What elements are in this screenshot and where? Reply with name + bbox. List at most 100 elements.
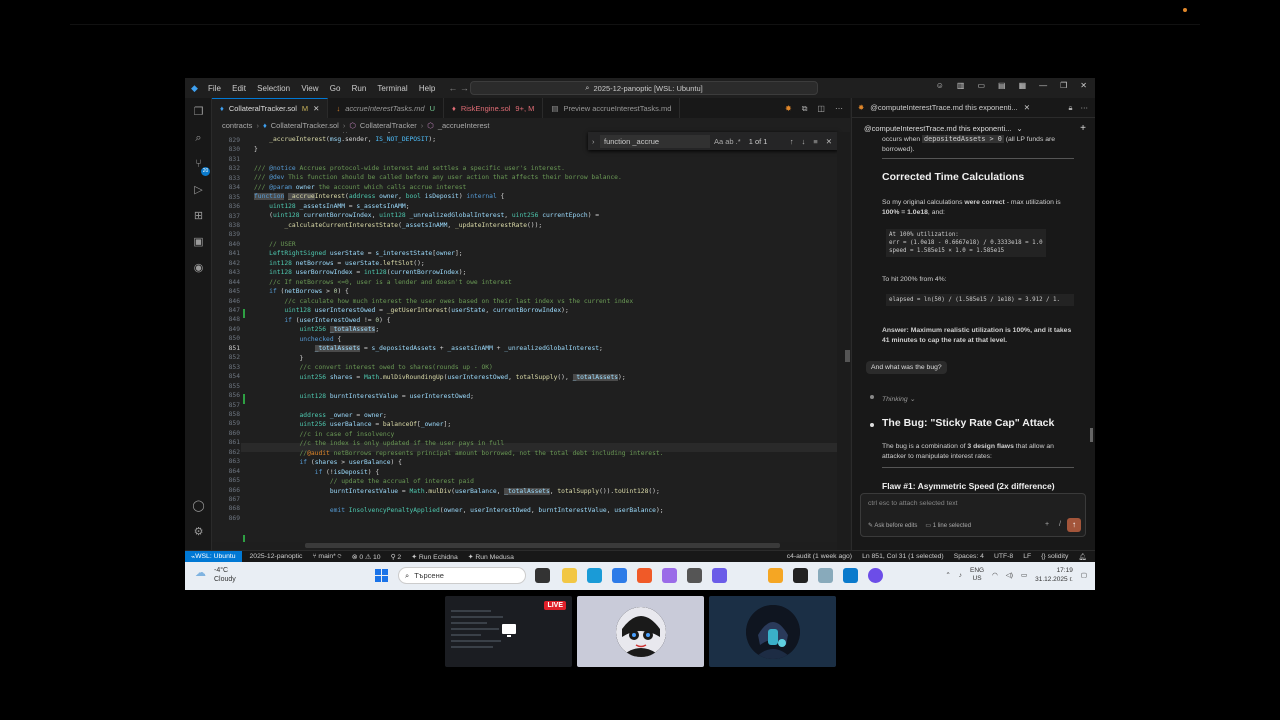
menu-view[interactable]: View [301, 84, 318, 93]
volume-icon[interactable]: ◁) [1006, 571, 1013, 579]
obs-icon[interactable] [687, 568, 702, 583]
horizontal-scrollbar[interactable] [305, 543, 780, 548]
slash-command-icon[interactable]: / [1059, 521, 1061, 528]
git-blame[interactable]: c4-audit (1 week ago) [787, 553, 852, 561]
breadcrumb-file[interactable]: CollateralTracker.sol [271, 121, 339, 130]
layout-panel-icon[interactable]: ▭ [977, 81, 985, 90]
run-medusa-button[interactable]: ✦ Run Medusa [468, 553, 514, 561]
code-editor[interactable]: 8278288298308318328338348358368378388398… [212, 132, 837, 542]
menu-file[interactable]: File [208, 84, 221, 93]
app-icon[interactable] [662, 568, 677, 583]
nav-back-forward-icon[interactable]: ← → [448, 83, 469, 93]
menu-run[interactable]: Run [352, 84, 367, 93]
screen-share-tile[interactable]: LIVE [445, 596, 572, 667]
close-icon[interactable]: ✕ [1024, 103, 1030, 112]
search-icon[interactable]: ⌕ [192, 132, 205, 145]
git-branch[interactable]: ⑂ main* ⟳ [312, 553, 341, 561]
todo-icon[interactable] [612, 568, 627, 583]
lock-icon[interactable]: 🔒︎ [1069, 103, 1073, 113]
chevron-up-icon[interactable]: ⌃ [945, 571, 950, 579]
line-ending[interactable]: LF [1023, 553, 1031, 561]
remote-desktop-icon[interactable] [587, 568, 602, 583]
open-changes-icon[interactable]: ⧉ [802, 104, 808, 114]
participant-tile[interactable] [577, 596, 704, 667]
battery-icon[interactable]: ▭ [1021, 571, 1027, 579]
vlc-icon[interactable] [768, 568, 783, 583]
start-button[interactable] [375, 569, 388, 582]
tab-risk-engine[interactable]: ♦ RiskEngine.sol 9+, M [444, 98, 544, 118]
find-input[interactable]: function _accrue [600, 134, 710, 148]
arrow-down-icon[interactable]: ↓ [802, 137, 806, 146]
breadcrumb-function[interactable]: _accrueInterest [438, 121, 490, 130]
chat-tab[interactable]: ✸ @computeInterestTrace.md this exponent… [852, 98, 1095, 118]
app-icon[interactable] [712, 568, 727, 583]
close-tab-icon[interactable]: ✕ [313, 104, 319, 113]
more-actions-icon[interactable]: ⋯ [1081, 103, 1089, 113]
chevron-right-icon[interactable]: › [592, 137, 595, 146]
encoding[interactable]: UTF-8 [994, 553, 1013, 561]
input-language[interactable]: ENG US [970, 567, 984, 583]
remote-indicator[interactable]: ⌁ WSL: Ubuntu [185, 550, 242, 562]
clock[interactable]: 17:19 31.12.2025 г. [1035, 566, 1073, 584]
scrollbar-thumb[interactable] [845, 350, 850, 362]
cursor-position[interactable]: Ln 851, Col 31 (1 selected) [862, 553, 944, 561]
file-explorer-icon[interactable] [562, 568, 577, 583]
find-options[interactable]: Aa ab .* [714, 137, 741, 146]
taskbar-search[interactable]: ⌕ Търсене [398, 567, 526, 584]
find-in-selection-icon[interactable]: ≡ [813, 137, 817, 146]
workspace-folder[interactable]: 2025-12-panoptic [250, 553, 303, 561]
indentation[interactable]: Spaces: 4 [954, 553, 984, 561]
restore-icon[interactable]: ❐ [1060, 81, 1067, 90]
notifications-bell-icon[interactable]: 🔔︎ [1078, 553, 1087, 561]
layout-custom-icon[interactable]: ▦ [1019, 81, 1027, 90]
tab-accrue-interest-tasks[interactable]: ↓ accrueInterestTasks.md U [328, 98, 444, 118]
chat-scrollbar[interactable] [1090, 428, 1093, 442]
explorer-icon[interactable]: ❐ [192, 106, 205, 119]
ask-before-edits-toggle[interactable]: ✎ Ask before edits [868, 522, 917, 529]
task-view-icon[interactable] [535, 568, 550, 583]
problems-indicator[interactable]: ⊗ 0 ⚠ 10 [352, 553, 381, 561]
claude-icon[interactable]: ✸ [785, 104, 792, 114]
more-actions-icon[interactable]: ⋯ [835, 104, 843, 114]
layout-secondary-icon[interactable]: ▤ [998, 81, 1006, 90]
menu-selection[interactable]: Selection [257, 84, 290, 93]
wifi-icon[interactable]: ◠ [992, 571, 998, 579]
vscode-icon[interactable] [843, 568, 858, 583]
participant-tile[interactable] [709, 596, 836, 667]
microphone-icon[interactable]: ♪ [959, 572, 962, 579]
layout-sidebar-icon[interactable]: ▥ [957, 81, 965, 90]
breadcrumb-contract[interactable]: CollateralTracker [360, 121, 417, 130]
remote-explorer-icon[interactable]: ▣ [192, 236, 205, 249]
menu-terminal[interactable]: Terminal [377, 84, 407, 93]
split-editor-icon[interactable]: ◫ [817, 104, 825, 114]
chat-input[interactable]: ctrl esc to attach selected text ✎ Ask b… [860, 493, 1086, 537]
send-button[interactable]: ↑ [1067, 518, 1081, 532]
menu-help[interactable]: Help [419, 84, 435, 93]
settings-gear-icon[interactable]: ⚙ [192, 526, 205, 539]
calculator-icon[interactable] [818, 568, 833, 583]
copilot-icon[interactable]: ☺ [936, 81, 944, 90]
add-context-icon[interactable]: + [1045, 521, 1049, 528]
menu-edit[interactable]: Edit [232, 84, 246, 93]
close-icon[interactable]: ✕ [826, 137, 832, 146]
account-icon[interactable]: ◯ [192, 500, 205, 513]
minimap[interactable] [837, 132, 850, 550]
ports-indicator[interactable]: ⚲ 2 [391, 553, 402, 561]
minimize-icon[interactable]: — [1039, 81, 1047, 90]
extensions-icon[interactable]: ⊞ [192, 210, 205, 223]
testing-icon[interactable]: ◉ [192, 262, 205, 275]
thinking-toggle[interactable]: Thinking ⌄ [882, 395, 915, 403]
run-echidna-button[interactable]: ✦ Run Echidna [411, 553, 458, 561]
brave-browser-icon[interactable] [637, 568, 652, 583]
run-debug-icon[interactable]: ▷ [192, 184, 205, 197]
command-center[interactable]: ⌕ 2025-12-panoptic [WSL: Ubuntu] [470, 81, 818, 95]
menu-go[interactable]: Go [330, 84, 341, 93]
notification-icon[interactable]: ▢ [1081, 571, 1087, 579]
new-chat-icon[interactable]: + [1080, 123, 1086, 134]
discord-icon[interactable] [868, 568, 883, 583]
arrow-up-icon[interactable]: ↑ [790, 137, 794, 146]
close-icon[interactable]: ✕ [1080, 81, 1087, 90]
breadcrumb-folder[interactable]: contracts [222, 121, 252, 130]
terminal-icon[interactable] [793, 568, 808, 583]
language-mode[interactable]: {} solidity [1041, 553, 1068, 561]
